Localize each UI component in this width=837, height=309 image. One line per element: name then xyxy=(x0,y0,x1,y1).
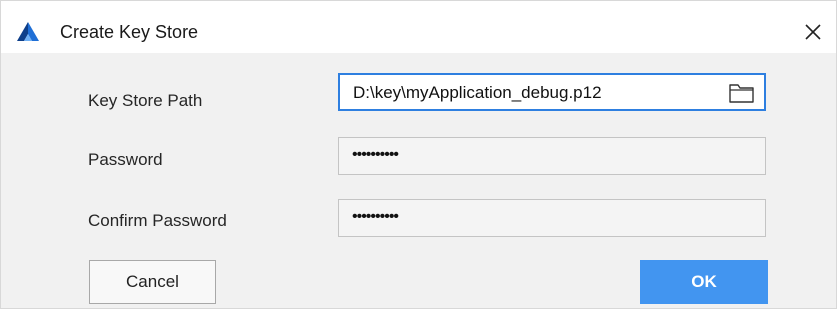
ok-button[interactable]: OK xyxy=(640,260,768,304)
cancel-button[interactable]: Cancel xyxy=(89,260,216,304)
folder-icon[interactable] xyxy=(728,81,756,105)
password-field[interactable]: •••••••••• xyxy=(338,137,766,175)
password-label: Password xyxy=(88,150,163,169)
confirm-password-value: •••••••••• xyxy=(352,208,399,225)
dialog-body: Key Store Path D:\key\myApplication_debu… xyxy=(1,53,836,308)
confirm-password-field[interactable]: •••••••••• xyxy=(338,199,766,237)
password-value: •••••••••• xyxy=(352,146,399,163)
create-key-store-dialog: Create Key Store Key Store Path D:\key\m… xyxy=(0,0,837,309)
key-store-path-label: Key Store Path xyxy=(88,91,203,110)
close-icon[interactable] xyxy=(796,15,830,49)
app-logo-icon xyxy=(17,22,39,41)
key-store-path-value: D:\key\myApplication_debug.p12 xyxy=(353,83,602,102)
confirm-password-label: Confirm Password xyxy=(88,211,227,230)
key-store-path-field[interactable]: D:\key\myApplication_debug.p12 xyxy=(338,73,766,111)
title-bar: Create Key Store xyxy=(1,1,836,53)
window-title: Create Key Store xyxy=(60,22,199,42)
